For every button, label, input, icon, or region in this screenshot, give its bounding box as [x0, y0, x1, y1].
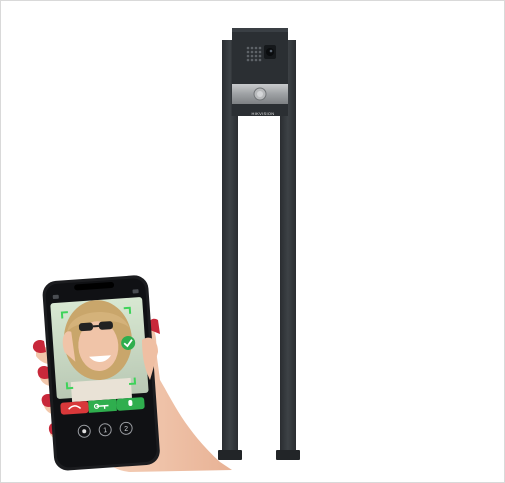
- call-button-icon: [253, 87, 267, 101]
- decline-call-icon: [60, 401, 89, 415]
- brand-wordmark: HIKVISION: [251, 111, 275, 116]
- svg-text:1: 1: [103, 427, 107, 434]
- svg-text:2: 2: [124, 426, 128, 433]
- product-photo: 1 2: [32, 28, 300, 472]
- right-base-plate: [276, 450, 300, 460]
- left-base-plate: [218, 450, 242, 460]
- doorbell-unit: [232, 28, 288, 116]
- nail: [32, 339, 46, 353]
- camera-lens-icon: [264, 45, 276, 59]
- smartphone: 1 2: [42, 275, 160, 471]
